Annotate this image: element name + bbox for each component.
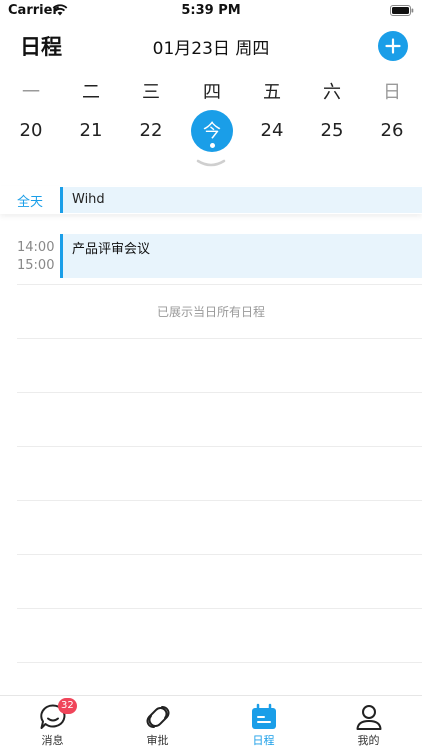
day-sunday[interactable]: 日 26 bbox=[362, 78, 422, 178]
event-title: 产品评审会议 bbox=[72, 242, 151, 257]
status-bar: Carrier 5:39 PM bbox=[0, 0, 422, 22]
all-shown-notice: 已展示当日所有日程 bbox=[156, 305, 265, 319]
approval-icon bbox=[146, 706, 170, 728]
day-tuesday[interactable]: 二 21 bbox=[61, 78, 121, 178]
day-saturday[interactable]: 六 25 bbox=[302, 78, 362, 178]
weekday-label: 六 bbox=[323, 82, 341, 103]
event-start-time: 14:00 bbox=[17, 240, 55, 255]
tab-label: 日程 bbox=[252, 734, 275, 747]
day-number: 26 bbox=[380, 120, 404, 141]
day-number: 21 bbox=[79, 120, 103, 141]
expand-handle-icon[interactable] bbox=[196, 158, 226, 170]
row-divider bbox=[17, 338, 422, 339]
day-friday[interactable]: 五 24 bbox=[242, 78, 302, 178]
weekday-label: 日 bbox=[383, 82, 401, 103]
clock: 5:39 PM bbox=[181, 3, 241, 18]
row-divider bbox=[17, 446, 422, 447]
all-day-event-title: Wihd bbox=[72, 192, 105, 207]
timeline[interactable]: 14:00 15:00 产品评审会议 已展示当日所有日程 bbox=[0, 220, 422, 695]
all-day-event[interactable]: Wihd bbox=[60, 187, 422, 213]
add-schedule-button[interactable] bbox=[378, 31, 408, 61]
row-divider bbox=[17, 284, 422, 285]
day-number: 25 bbox=[320, 120, 344, 141]
today-indicator: 今 bbox=[191, 110, 233, 152]
header: 日程 01月23日 周四 bbox=[0, 28, 422, 66]
calendar-icon bbox=[252, 703, 276, 729]
tab-label: 消息 bbox=[41, 734, 64, 747]
tab-approval[interactable]: 审批 bbox=[105, 696, 210, 750]
day-wednesday[interactable]: 三 22 bbox=[121, 78, 181, 178]
all-day-row: 全天 Wihd bbox=[0, 186, 422, 214]
day-number: 24 bbox=[260, 120, 284, 141]
event-end-time: 15:00 bbox=[17, 258, 55, 273]
tab-mine[interactable]: 我的 bbox=[316, 696, 421, 750]
tab-label: 审批 bbox=[146, 734, 169, 747]
event-dot bbox=[210, 143, 215, 148]
row-divider bbox=[17, 662, 422, 663]
tab-schedule[interactable]: 日程 bbox=[211, 696, 316, 750]
tab-messages[interactable]: 32 消息 bbox=[0, 696, 105, 750]
weekday-label: 一 bbox=[22, 82, 40, 103]
weekday-label: 二 bbox=[82, 82, 100, 103]
weekday-label: 五 bbox=[263, 82, 281, 103]
current-date[interactable]: 01月23日 周四 bbox=[0, 34, 422, 59]
unread-badge: 32 bbox=[58, 698, 77, 714]
tab-label: 我的 bbox=[357, 734, 380, 747]
day-monday[interactable]: 一 20 bbox=[1, 78, 61, 178]
row-divider bbox=[17, 500, 422, 501]
weekday-label: 四 bbox=[203, 82, 221, 103]
tab-bar: 32 消息 审批 日程 我的 bbox=[0, 695, 422, 750]
all-day-label: 全天 bbox=[17, 195, 44, 210]
day-number: 20 bbox=[19, 120, 43, 141]
event-card[interactable]: 产品评审会议 bbox=[60, 234, 422, 278]
row-divider bbox=[17, 608, 422, 609]
plus-icon bbox=[385, 38, 401, 54]
today-label: 今 bbox=[203, 121, 221, 142]
person-icon bbox=[356, 705, 382, 730]
weekday-label: 三 bbox=[142, 82, 160, 103]
day-number: 22 bbox=[139, 120, 163, 141]
battery-icon bbox=[390, 5, 414, 16]
row-divider bbox=[17, 554, 422, 555]
row-divider bbox=[17, 392, 422, 393]
